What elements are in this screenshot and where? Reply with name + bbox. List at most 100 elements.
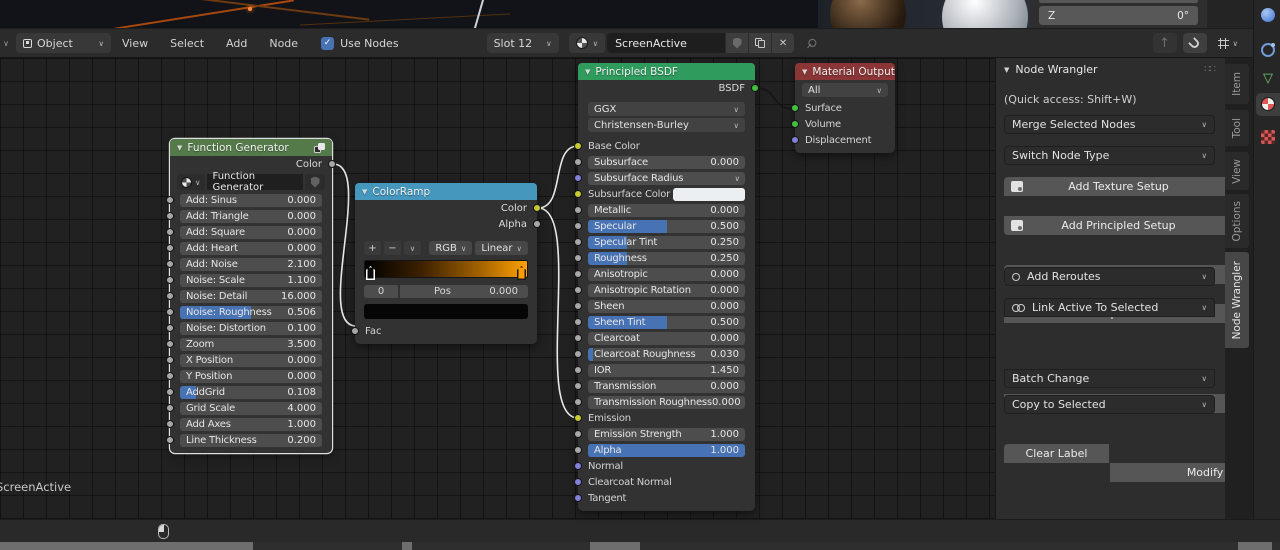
pin-icon[interactable] bbox=[804, 36, 818, 50]
menu-node[interactable]: Node bbox=[258, 37, 309, 50]
tab-node-wrangler[interactable]: Node Wrangler bbox=[1225, 252, 1249, 348]
group-name-field[interactable]: Function Generator bbox=[207, 174, 304, 190]
input-socket[interactable] bbox=[166, 420, 174, 428]
input-socket[interactable] bbox=[574, 206, 582, 214]
value-slider[interactable]: Add: Sinus 0.000 bbox=[180, 194, 322, 207]
add-texture-setup-button[interactable]: Add Texture Setup bbox=[1004, 177, 1225, 196]
shader-type-dropdown[interactable]: Object ∨ bbox=[16, 33, 111, 53]
input-socket[interactable] bbox=[166, 228, 174, 236]
tab-view[interactable]: View bbox=[1225, 152, 1249, 190]
output-socket[interactable] bbox=[328, 160, 336, 168]
remove-stop-button[interactable]: − bbox=[384, 241, 401, 255]
switch-node-type-dropdown[interactable]: Switch Node Type∨ bbox=[1004, 146, 1215, 165]
tab-tool[interactable]: Tool bbox=[1225, 110, 1249, 146]
value-slider[interactable]: Add: Triangle 0.000 bbox=[180, 210, 322, 223]
value-slider[interactable]: Roughness 0.250 bbox=[588, 252, 745, 265]
node-header[interactable]: ▼ ColorRamp bbox=[355, 183, 537, 200]
input-socket[interactable] bbox=[166, 340, 174, 348]
input-socket[interactable] bbox=[166, 308, 174, 316]
input-socket[interactable] bbox=[166, 324, 174, 332]
value-slider[interactable]: Normal bbox=[588, 460, 745, 473]
input-socket[interactable] bbox=[166, 244, 174, 252]
input-socket[interactable] bbox=[166, 436, 174, 444]
value-slider[interactable]: Zoom 3.500 bbox=[180, 338, 322, 351]
node-principled-bsdf[interactable]: ▼ Principled BSDF BSDF GGX ∨ Christensen… bbox=[578, 63, 755, 511]
value-slider[interactable]: Clearcoat Normal bbox=[588, 476, 745, 489]
value-slider[interactable]: Add: Square 0.000 bbox=[180, 226, 322, 239]
output-socket[interactable] bbox=[533, 220, 541, 228]
input-socket[interactable] bbox=[166, 276, 174, 284]
input-socket[interactable] bbox=[166, 292, 174, 300]
input-socket[interactable] bbox=[574, 174, 582, 182]
input-socket[interactable] bbox=[574, 318, 582, 326]
gradient-stop-black[interactable] bbox=[366, 266, 375, 280]
input-socket[interactable] bbox=[351, 327, 359, 335]
batch-change-dropdown[interactable]: Batch Change∨ bbox=[1004, 369, 1215, 388]
value-slider[interactable]: Specular Tint 0.250 bbox=[588, 236, 745, 249]
input-socket[interactable] bbox=[574, 494, 582, 502]
value-slider[interactable]: Subsurface Color bbox=[588, 188, 745, 201]
panel-header[interactable]: ▼ Node Wrangler ∷∷ bbox=[1004, 60, 1215, 79]
snap-mode-dropdown[interactable]: ∨ bbox=[1213, 33, 1244, 53]
fake-user-button[interactable] bbox=[726, 33, 748, 53]
value-slider[interactable]: Add: Heart 0.000 bbox=[180, 242, 322, 255]
node-header[interactable]: ▼ Principled BSDF bbox=[578, 63, 755, 80]
use-nodes-checkbox[interactable]: ✓ Use Nodes bbox=[321, 37, 399, 50]
value-slider[interactable]: Grid Scale 4.000 bbox=[180, 402, 322, 415]
value-slider[interactable]: Clearcoat Roughness 0.030 bbox=[588, 348, 745, 361]
stop-options-dropdown[interactable]: ∨ bbox=[404, 241, 421, 255]
value-slider[interactable]: Anisotropic Rotation 0.000 bbox=[588, 284, 745, 297]
collapse-icon[interactable]: ▼ bbox=[177, 144, 182, 152]
input-socket[interactable] bbox=[166, 356, 174, 364]
input-socket[interactable] bbox=[574, 462, 582, 470]
menu-view[interactable]: View bbox=[111, 37, 159, 50]
value-slider[interactable]: Subsurface Radius bbox=[588, 172, 745, 185]
color-ramp-gradient[interactable] bbox=[364, 260, 528, 278]
value-slider[interactable]: Noise: Roughness 0.506 bbox=[180, 306, 322, 319]
stop-position-field[interactable]: Pos 0.000 bbox=[400, 285, 528, 298]
input-socket[interactable] bbox=[574, 142, 582, 150]
value-slider[interactable]: Anisotropic 0.000 bbox=[588, 268, 745, 281]
value-slider[interactable]: Base Color bbox=[588, 140, 745, 153]
input-socket[interactable] bbox=[791, 120, 799, 128]
input-socket[interactable] bbox=[574, 158, 582, 166]
menu-add[interactable]: Add bbox=[215, 37, 258, 50]
value-slider[interactable]: Sheen 0.000 bbox=[588, 300, 745, 313]
interpolation-dropdown[interactable]: Linear ∨ bbox=[475, 241, 528, 255]
node-header[interactable]: ▼ Function Generator bbox=[170, 139, 332, 156]
output-socket[interactable] bbox=[533, 204, 541, 212]
input-socket[interactable] bbox=[166, 260, 174, 268]
output-socket[interactable] bbox=[751, 84, 759, 92]
copy-to-selected-dropdown[interactable]: Copy to Selected∨ bbox=[1004, 395, 1215, 414]
add-principled-setup-button[interactable]: Add Principled Setup bbox=[1004, 216, 1225, 235]
node-material-output[interactable]: ▼ Material Output All ∨ Surface bbox=[795, 63, 895, 153]
value-slider[interactable]: Noise: Detail 16.000 bbox=[180, 290, 322, 303]
rotation-z-field[interactable]: Z 0° bbox=[1039, 6, 1198, 25]
input-socket[interactable] bbox=[166, 212, 174, 220]
material-name-field[interactable]: ScreenActive bbox=[607, 33, 725, 53]
collapse-icon[interactable]: ▼ bbox=[362, 188, 367, 196]
collapse-icon[interactable]: ▼ bbox=[585, 68, 590, 76]
input-socket[interactable] bbox=[574, 286, 582, 294]
stop-index-field[interactable]: 0 bbox=[364, 285, 398, 298]
value-slider[interactable]: Add Axes 1.000 bbox=[180, 418, 322, 431]
value-slider[interactable]: Line Thickness 0.200 bbox=[180, 434, 322, 447]
object-data-icon[interactable]: ▽ bbox=[1261, 72, 1275, 86]
input-socket[interactable] bbox=[574, 334, 582, 342]
add-stop-button[interactable]: + bbox=[364, 241, 381, 255]
node-colorramp[interactable]: ▼ ColorRamp Color Alpha bbox=[355, 183, 537, 344]
node-editor-canvas[interactable]: ScreenActive ▼ Function Generator Color … bbox=[0, 58, 995, 519]
particles-icon[interactable] bbox=[1261, 43, 1275, 57]
value-slider[interactable]: Noise: Scale 1.100 bbox=[180, 274, 322, 287]
input-socket[interactable] bbox=[574, 270, 582, 278]
gradient-stop-orange[interactable] bbox=[517, 266, 526, 280]
input-socket[interactable] bbox=[574, 366, 582, 374]
value-slider[interactable]: Noise: Distortion 0.100 bbox=[180, 322, 322, 335]
material-browse-dropdown[interactable]: ∨ bbox=[569, 33, 606, 53]
value-slider[interactable]: X Position 0.000 bbox=[180, 354, 322, 367]
value-slider[interactable]: Y Position 0.000 bbox=[180, 370, 322, 383]
stop-color-swatch[interactable] bbox=[364, 304, 528, 319]
input-socket[interactable] bbox=[574, 446, 582, 454]
group-browse-dropdown[interactable]: ∨ bbox=[177, 174, 205, 190]
value-slider[interactable]: Emission Strength 1.000 bbox=[588, 428, 745, 441]
